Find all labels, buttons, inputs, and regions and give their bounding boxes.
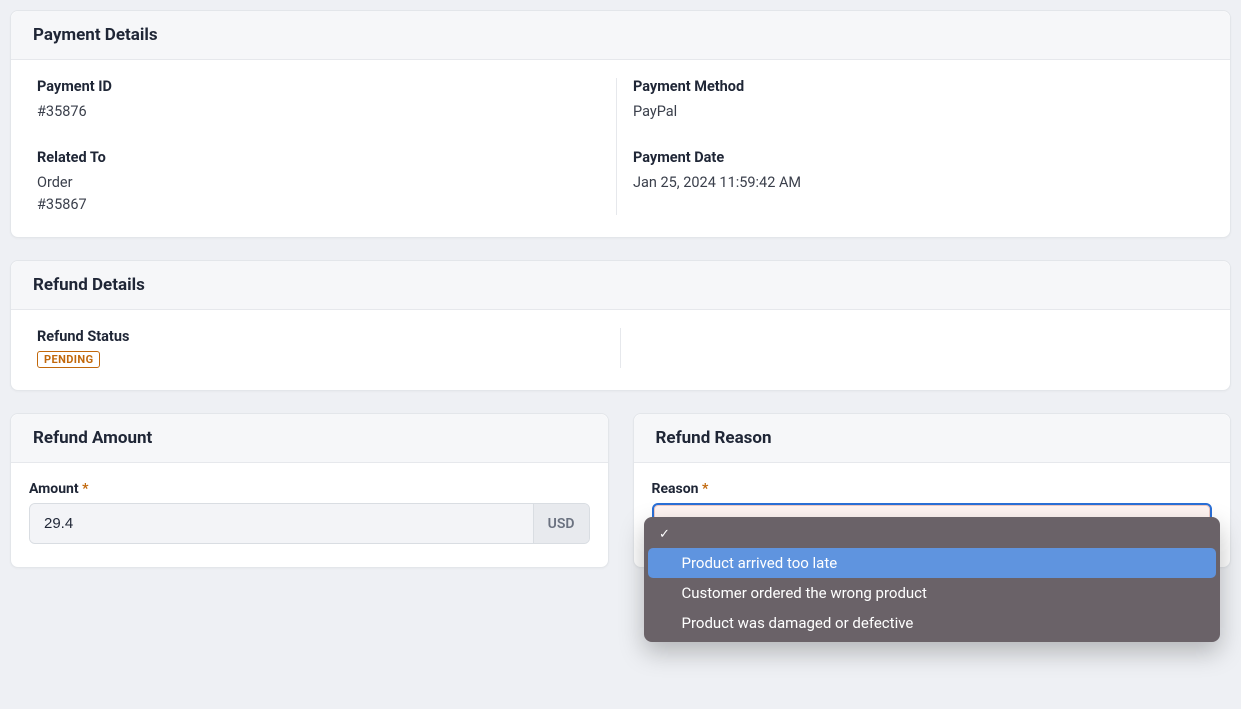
related-to-id: #35867: [37, 194, 608, 216]
field-label: Related To: [37, 149, 608, 166]
card-title: Refund Reason: [656, 428, 1209, 448]
field-label: Payment Date: [633, 149, 1204, 166]
status-badge: PENDING: [37, 351, 100, 368]
payment-id-field: Payment ID #35876: [37, 78, 608, 123]
required-marker: *: [82, 481, 88, 497]
reason-label: Reason *: [652, 481, 1213, 497]
reason-select-wrap: ✓ Product arrived too late Customer orde…: [652, 503, 1213, 545]
card-body: Refund Status PENDING: [11, 310, 1230, 390]
dropdown-item[interactable]: Customer ordered the wrong product: [648, 578, 1217, 608]
check-icon: ✓: [658, 527, 672, 542]
field-value: #35876: [37, 101, 608, 123]
amount-label: Amount *: [29, 481, 590, 497]
field-label: Refund Status: [37, 328, 612, 345]
refund-right-col: [621, 328, 1212, 368]
refund-details-card: Refund Details Refund Status PENDING: [10, 260, 1231, 391]
payment-left-col: Payment ID #35876 Related To Order #3586…: [29, 78, 617, 215]
card-body: Reason * ✓ Product arrived too late: [634, 463, 1231, 567]
payment-details-card: Payment Details Payment ID #35876 Relate…: [10, 10, 1231, 238]
refund-left-col: Refund Status PENDING: [29, 328, 621, 368]
dropdown-item-label: Product arrived too late: [682, 554, 838, 572]
refund-status-field: Refund Status PENDING: [37, 328, 612, 368]
field-label: Payment Method: [633, 78, 1204, 95]
currency-addon: USD: [533, 504, 589, 543]
label-text: Amount: [29, 481, 79, 497]
field-value: Order #35867: [37, 172, 608, 216]
field-value: PayPal: [633, 101, 1204, 123]
dropdown-item-label: Product was damaged or defective: [682, 614, 914, 632]
field-value: PENDING: [37, 351, 612, 368]
card-title: Refund Amount: [33, 428, 586, 448]
card-title: Refund Details: [33, 275, 1208, 295]
field-label: Payment ID: [37, 78, 608, 95]
related-to-field: Related To Order #35867: [37, 149, 608, 216]
reason-dropdown: ✓ Product arrived too late Customer orde…: [644, 517, 1221, 642]
dropdown-item-blank[interactable]: ✓: [648, 521, 1217, 548]
required-marker: *: [702, 481, 708, 497]
field-value: Jan 25, 2024 11:59:42 AM: [633, 172, 1204, 194]
card-title: Payment Details: [33, 25, 1208, 45]
label-text: Reason: [652, 481, 699, 497]
payment-right-col: Payment Method PayPal Payment Date Jan 2…: [617, 78, 1212, 215]
amount-input[interactable]: [30, 504, 533, 543]
dropdown-item[interactable]: Product arrived too late: [648, 548, 1217, 578]
card-body: Payment ID #35876 Related To Order #3586…: [11, 60, 1230, 237]
card-header: Payment Details: [11, 11, 1230, 60]
dropdown-item-label: Customer ordered the wrong product: [682, 584, 927, 602]
refund-reason-card: Refund Reason Reason * ✓ Product arrived…: [633, 413, 1232, 568]
dropdown-item[interactable]: Product was damaged or defective: [648, 608, 1217, 638]
amount-input-group: USD: [29, 503, 590, 544]
card-header: Refund Details: [11, 261, 1230, 310]
card-header: Refund Reason: [634, 414, 1231, 463]
related-to-type: Order: [37, 172, 608, 194]
card-body: Amount * USD: [11, 463, 608, 566]
card-header: Refund Amount: [11, 414, 608, 463]
refund-row: Refund Amount Amount * USD Refund Reason…: [10, 413, 1231, 568]
payment-date-field: Payment Date Jan 25, 2024 11:59:42 AM: [633, 149, 1204, 194]
refund-amount-card: Refund Amount Amount * USD: [10, 413, 609, 568]
payment-method-field: Payment Method PayPal: [633, 78, 1204, 123]
